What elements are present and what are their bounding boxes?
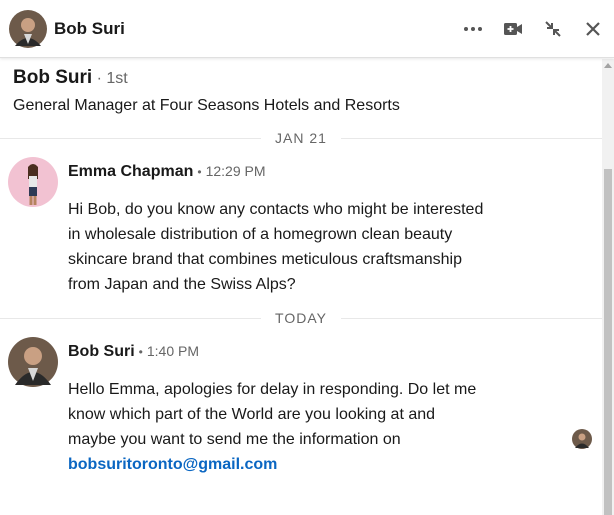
email-link[interactable]: bobsuritoronto@gmail.com: [68, 456, 277, 473]
message-list: Bob Suri · 1st General Manager at Four S…: [0, 59, 602, 515]
date-divider: TODAY: [0, 308, 602, 328]
minimize-icon: [545, 21, 561, 37]
message-line: in wholesale distribution of a homegrown…: [68, 226, 453, 243]
scrollbar[interactable]: [602, 59, 614, 515]
sender-avatar[interactable]: [8, 157, 58, 207]
scroll-up-arrow-icon[interactable]: [602, 59, 614, 71]
profile-headline: General Manager at Four Seasons Hotels a…: [13, 97, 400, 114]
divider-line: [340, 317, 602, 319]
video-call-icon: [504, 23, 522, 35]
divider-line: [0, 137, 262, 139]
message-body: Hello Emma, apologies for delay in respo…: [68, 377, 538, 477]
message-line: maybe you want to send me the informatio…: [68, 431, 401, 448]
date-label: TODAY: [275, 310, 327, 326]
profile-summary: Bob Suri · 1st General Manager at Four S…: [13, 67, 400, 114]
message-line: Hi Bob, do you know any contacts who mig…: [68, 201, 484, 218]
date-divider: JAN 21: [0, 128, 602, 148]
message-header: Bob Suri • 1:40 PM: [68, 343, 199, 361]
connection-degree: · 1st: [96, 70, 128, 87]
date-label: JAN 21: [275, 130, 327, 146]
message-time: 1:40 PM: [146, 343, 200, 359]
message-line: skincare brand that combines meticulous …: [68, 251, 462, 268]
close-icon: [586, 22, 600, 36]
message-header: Emma Chapman • 12:29 PM: [68, 163, 266, 181]
message-line: from Japan and the Swiss Alps?: [68, 276, 296, 293]
minimize-button[interactable]: [540, 16, 566, 42]
more-options-button[interactable]: [460, 16, 486, 42]
sender-avatar[interactable]: [8, 337, 58, 387]
sender-name[interactable]: Emma Chapman: [68, 163, 193, 180]
divider-line: [340, 137, 602, 139]
video-call-button[interactable]: [500, 16, 526, 42]
more-options-icon: [464, 27, 482, 31]
profile-name[interactable]: Bob Suri: [13, 67, 92, 88]
close-button[interactable]: [580, 16, 606, 42]
message-time: 12:29 PM: [205, 163, 266, 179]
seen-receipt-avatar: [572, 429, 592, 449]
sender-name[interactable]: Bob Suri: [68, 343, 135, 360]
separator-dot: •: [138, 345, 143, 359]
message-body: Hi Bob, do you know any contacts who mig…: [68, 197, 538, 297]
header-avatar[interactable]: [9, 10, 47, 48]
scrollbar-thumb[interactable]: [604, 169, 612, 515]
chat-header: Bob Suri: [0, 0, 614, 58]
message-line: Hello Emma, apologies for delay in respo…: [68, 381, 477, 398]
header-name[interactable]: Bob Suri: [54, 19, 125, 39]
message-line: know which part of the World are you loo…: [68, 406, 436, 423]
separator-dot: •: [197, 165, 202, 179]
divider-line: [0, 317, 262, 319]
